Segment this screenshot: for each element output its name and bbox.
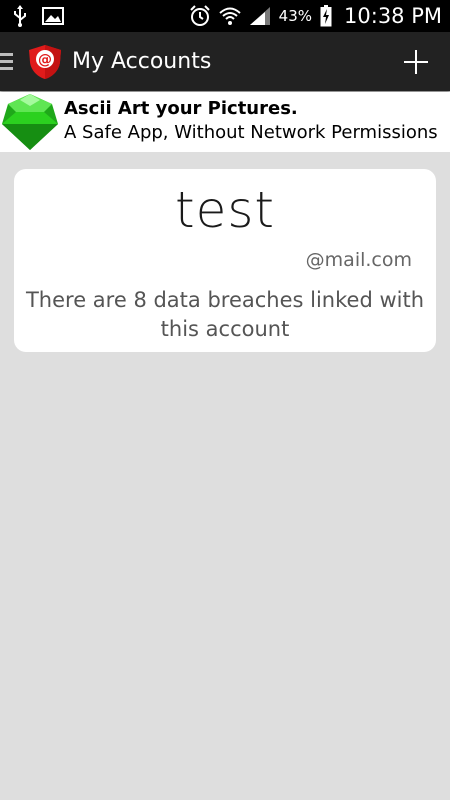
action-bar: @ My Accounts — [0, 32, 450, 91]
breach-message: There are 8 data breaches linked with th… — [25, 288, 425, 341]
status-time: 10:38 PM — [344, 4, 442, 28]
hamburger-icon[interactable] — [0, 53, 14, 70]
page-title: My Accounts — [72, 49, 212, 74]
ad-banner[interactable]: Ascii Art your Pictures. A Safe App, Wit… — [0, 92, 450, 152]
ad-title: Ascii Art your Pictures. — [64, 98, 298, 119]
image-icon — [42, 7, 64, 25]
battery-percent: 43% — [278, 7, 313, 25]
account-domain: @mail.com — [305, 249, 412, 271]
battery-charging-icon — [320, 5, 332, 27]
status-bar: 43% 10:38 PM — [0, 0, 450, 32]
usb-icon — [14, 5, 26, 27]
account-name: test — [174, 181, 276, 239]
account-card[interactable]: test @mail.com There are 8 data breaches… — [14, 169, 436, 352]
green-gem-icon — [2, 94, 58, 150]
add-account-button[interactable] — [402, 48, 430, 76]
ad-subtitle: A Safe App, Without Network Permissions — [64, 122, 438, 143]
alarm-icon — [189, 5, 210, 26]
svg-text:@: @ — [38, 52, 52, 68]
shield-at-icon[interactable]: @ — [27, 44, 63, 80]
wifi-icon — [219, 7, 241, 25]
signal-icon — [249, 7, 270, 25]
